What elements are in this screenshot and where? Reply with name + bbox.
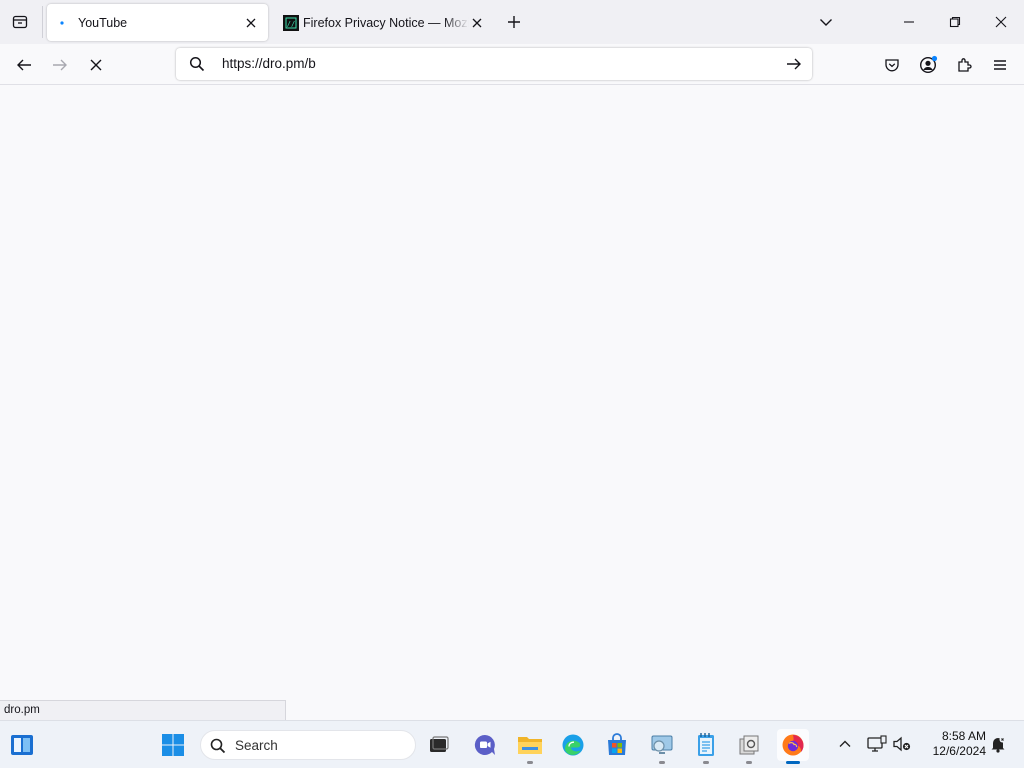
tab-privacy-notice[interactable]: // Firefox Privacy Notice — Mozilla <box>276 4 488 41</box>
show-hidden-icons-chevron-icon[interactable] <box>834 733 856 755</box>
plus-icon[interactable] <box>502 10 526 34</box>
taskbar-search-box[interactable]: Search <box>200 730 416 760</box>
volume-muted-icon[interactable] <box>891 733 913 755</box>
page-content <box>0 86 1024 720</box>
notification-bell-icon[interactable] <box>987 733 1009 755</box>
tab-separator <box>42 6 43 38</box>
hamburger-menu-icon[interactable] <box>988 53 1012 77</box>
tab-youtube[interactable]: YouTube <box>47 4 268 41</box>
restore-icon[interactable] <box>943 10 967 34</box>
search-placeholder: Search <box>235 738 278 753</box>
microsoft-store-icon[interactable] <box>601 729 633 761</box>
settings-app-icon[interactable] <box>733 729 765 764</box>
start-windows-icon[interactable] <box>157 729 189 761</box>
forward-arrow-icon[interactable] <box>46 51 74 79</box>
stop-icon[interactable] <box>82 51 110 79</box>
navigation-toolbar: https://dro.pm/b <box>0 44 1024 85</box>
clock-date: 12/6/2024 <box>932 744 986 758</box>
clock-time: 8:58 AM <box>941 729 986 743</box>
extensions-icon[interactable] <box>952 53 976 77</box>
edge-browser-icon[interactable] <box>557 729 589 761</box>
pocket-icon[interactable] <box>880 53 904 77</box>
close-tab-icon[interactable] <box>242 14 260 32</box>
svg-text://: // <box>287 20 295 28</box>
mozilla-favicon-icon: // <box>283 15 299 31</box>
firefox-icon[interactable] <box>777 729 809 764</box>
taskbar: Search 8:58 AM 12/6/2024 <box>0 720 1024 768</box>
url-input[interactable]: https://dro.pm/b <box>222 56 316 72</box>
minimize-icon[interactable] <box>897 10 921 34</box>
close-icon[interactable] <box>989 10 1013 34</box>
close-tab-icon[interactable] <box>468 14 486 32</box>
tab-title: Firefox Privacy Notice — Mozilla <box>303 16 469 30</box>
search-icon <box>209 737 227 755</box>
loading-dot-icon <box>57 15 73 31</box>
control-panel-icon[interactable] <box>646 729 678 764</box>
file-explorer-icon[interactable] <box>514 729 546 764</box>
widgets-icon[interactable] <box>6 729 38 761</box>
task-view-icon[interactable] <box>423 729 455 761</box>
status-bar: dro.pm <box>0 700 286 720</box>
search-icon <box>188 55 206 73</box>
notepad-icon[interactable] <box>690 729 722 764</box>
system-clock[interactable]: 8:58 AM 12/6/2024 <box>920 729 986 759</box>
network-icon[interactable] <box>866 733 888 755</box>
firefox-view-icon[interactable] <box>6 8 34 36</box>
chevron-down-icon[interactable] <box>814 10 838 34</box>
go-arrow-icon[interactable] <box>784 54 804 74</box>
account-icon[interactable] <box>916 53 940 77</box>
tab-title: YouTube <box>78 16 128 30</box>
back-arrow-icon[interactable] <box>10 51 38 79</box>
address-bar[interactable]: https://dro.pm/b <box>176 48 812 80</box>
teams-chat-icon[interactable] <box>469 729 501 761</box>
tab-strip: YouTube // Firefox Privacy Notice — Mozi… <box>0 0 1024 44</box>
